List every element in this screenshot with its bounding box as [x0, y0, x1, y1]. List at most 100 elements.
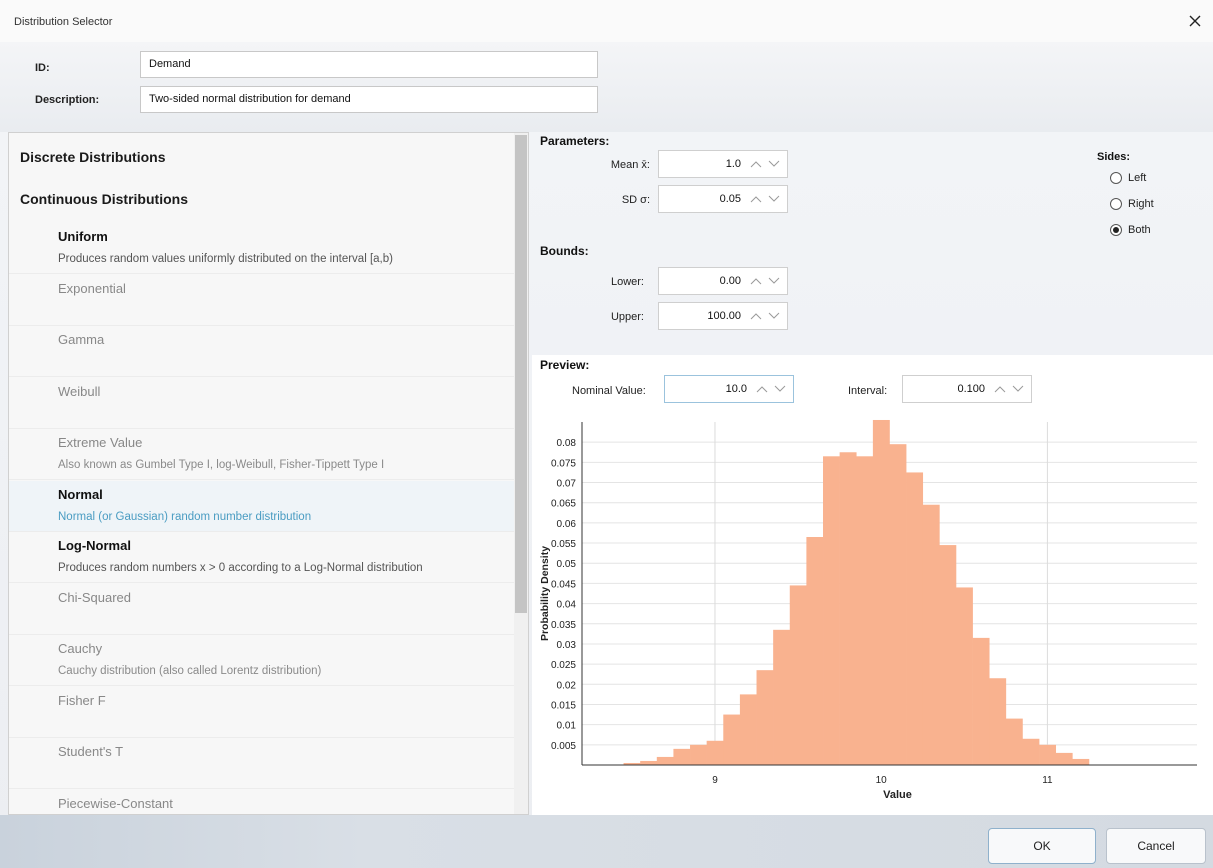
histogram-bar: [756, 670, 774, 765]
increment-button[interactable]: [747, 192, 765, 206]
category-continuous[interactable]: Continuous Distributions: [20, 191, 188, 207]
increment-button[interactable]: [747, 157, 765, 171]
histogram-bar: [955, 587, 973, 765]
distribution-name: Cauchy: [58, 641, 103, 656]
id-field[interactable]: Demand: [140, 51, 598, 78]
distribution-description: Produces random numbers x > 0 according …: [58, 562, 423, 574]
histogram-bar: [773, 629, 791, 765]
decrement-button[interactable]: [765, 309, 783, 323]
list-scrollbar-thumb[interactable]: [515, 135, 527, 613]
histogram-bar: [1072, 758, 1090, 765]
mean-stepper[interactable]: 1.0: [658, 150, 788, 178]
decrement-button[interactable]: [1009, 382, 1027, 396]
chevron-down-icon: [768, 195, 780, 202]
chevron-down-icon: [1012, 385, 1024, 392]
distribution-item[interactable]: Cauchy Cauchy distribution (also called L…: [9, 635, 514, 686]
close-icon: [1189, 15, 1201, 27]
distribution-item[interactable]: Log-Normal Produces random numbers x > 0 …: [9, 532, 514, 583]
lower-label: Lower:: [610, 276, 644, 288]
sd-stepper[interactable]: 0.05: [658, 185, 788, 213]
side-right-radio[interactable]: Right: [1110, 198, 1154, 210]
decrement-button[interactable]: [765, 192, 783, 206]
sd-value: 0.05: [719, 193, 741, 205]
histogram-bar: [823, 456, 840, 765]
interval-value: 0.100: [957, 383, 985, 395]
decrement-button[interactable]: [765, 274, 783, 288]
side-both-radio[interactable]: Both: [1110, 224, 1151, 236]
chevron-up-icon: [756, 386, 768, 393]
distribution-name: Piecewise-Constant: [58, 795, 173, 811]
histogram-bar: [856, 456, 874, 765]
chevron-down-icon: [774, 385, 786, 392]
interval-stepper[interactable]: 0.100: [902, 375, 1032, 403]
y-tick-label: 0.07: [557, 479, 577, 490]
nominal-value: 10.0: [725, 383, 747, 395]
window-title: Distribution Selector: [14, 16, 113, 28]
x-tick-label: 11: [1042, 775, 1053, 786]
y-tick-label: 0.05: [557, 559, 577, 570]
histogram-bar: [640, 760, 658, 765]
y-tick-label: 0.08: [557, 438, 577, 449]
mean-label: Mean x̄:: [610, 159, 650, 171]
increment-button[interactable]: [747, 274, 765, 288]
y-tick-label: 0.045: [551, 579, 576, 590]
increment-button[interactable]: [753, 382, 771, 396]
increment-button[interactable]: [991, 382, 1009, 396]
close-button[interactable]: [1183, 9, 1207, 33]
upper-bound-stepper[interactable]: 100.00: [658, 302, 788, 330]
preview-panel: Preview: Nominal Value: 10.0 Interval: 0…: [532, 355, 1213, 815]
increment-button[interactable]: [747, 309, 765, 323]
distribution-name: Gamma: [58, 332, 105, 347]
cancel-button[interactable]: Cancel: [1106, 828, 1206, 864]
distribution-item[interactable]: Piecewise-Constant: [9, 790, 514, 815]
histogram-bar: [839, 452, 857, 765]
lower-value: 0.00: [719, 275, 741, 287]
y-tick-label: 0.01: [557, 721, 577, 732]
mean-value: 1.0: [725, 158, 741, 170]
y-tick-label: 0.075: [551, 458, 576, 469]
decrement-button[interactable]: [765, 157, 783, 171]
decrement-button[interactable]: [771, 382, 789, 396]
parameters-heading: Parameters:: [540, 134, 610, 148]
distribution-item[interactable]: Chi-Squared: [9, 584, 514, 635]
chevron-up-icon: [750, 313, 762, 320]
distribution-description: Cauchy distribution (also called Lorentz…: [58, 665, 322, 677]
histogram-bar: [806, 537, 824, 765]
y-tick-label: 0.005: [551, 741, 576, 752]
distribution-item[interactable]: Student's T: [9, 738, 514, 789]
y-axis-label: Probability Density: [539, 546, 551, 641]
histogram-bar: [1005, 718, 1023, 765]
category-discrete[interactable]: Discrete Distributions: [20, 149, 165, 165]
upper-label: Upper:: [610, 311, 644, 323]
distribution-list[interactable]: Discrete Distributions Continuous Distri…: [8, 132, 529, 815]
parameters-panel: Parameters: Mean x̄: 1.0 SD σ: 0.05 Boun…: [532, 132, 1213, 355]
list-scrollbar[interactable]: [514, 133, 528, 814]
distribution-item[interactable]: Gamma: [9, 326, 514, 377]
footer-bar: OK Cancel: [0, 815, 1213, 868]
histogram-bar: [690, 744, 707, 765]
histogram-bar: [789, 585, 807, 765]
distribution-item[interactable]: Normal Normal (or Gaussian) random number…: [9, 480, 514, 532]
histogram-bar: [1022, 738, 1040, 765]
distribution-name: Normal: [58, 486, 103, 502]
side-right-label: Right: [1128, 198, 1154, 210]
distribution-item[interactable]: Uniform Produces random values uniformly …: [9, 223, 514, 274]
lower-bound-stepper[interactable]: 0.00: [658, 267, 788, 295]
nominal-value-label: Nominal Value:: [572, 385, 646, 397]
chevron-up-icon: [750, 278, 762, 285]
sides-heading: Sides:: [1097, 151, 1131, 163]
id-label: ID:: [35, 62, 50, 74]
distribution-item[interactable]: Weibull: [9, 378, 514, 429]
radio-circle-selected: [1110, 224, 1122, 236]
distribution-item[interactable]: Exponential: [9, 275, 514, 326]
preview-heading: Preview:: [540, 358, 590, 372]
ok-button[interactable]: OK: [988, 828, 1096, 864]
description-field[interactable]: Two-sided normal distribution for demand: [140, 86, 598, 113]
distribution-item[interactable]: Fisher F: [9, 687, 514, 738]
distribution-item[interactable]: Extreme Value Also known as Gumbel Type I…: [9, 429, 514, 480]
distribution-description: Normal (or Gaussian) random number distr…: [58, 510, 312, 523]
side-left-radio[interactable]: Left: [1110, 172, 1146, 184]
y-tick-label: 0.065: [551, 499, 576, 510]
nominal-value-stepper[interactable]: 10.0: [664, 375, 794, 403]
histogram-bar: [922, 504, 940, 765]
